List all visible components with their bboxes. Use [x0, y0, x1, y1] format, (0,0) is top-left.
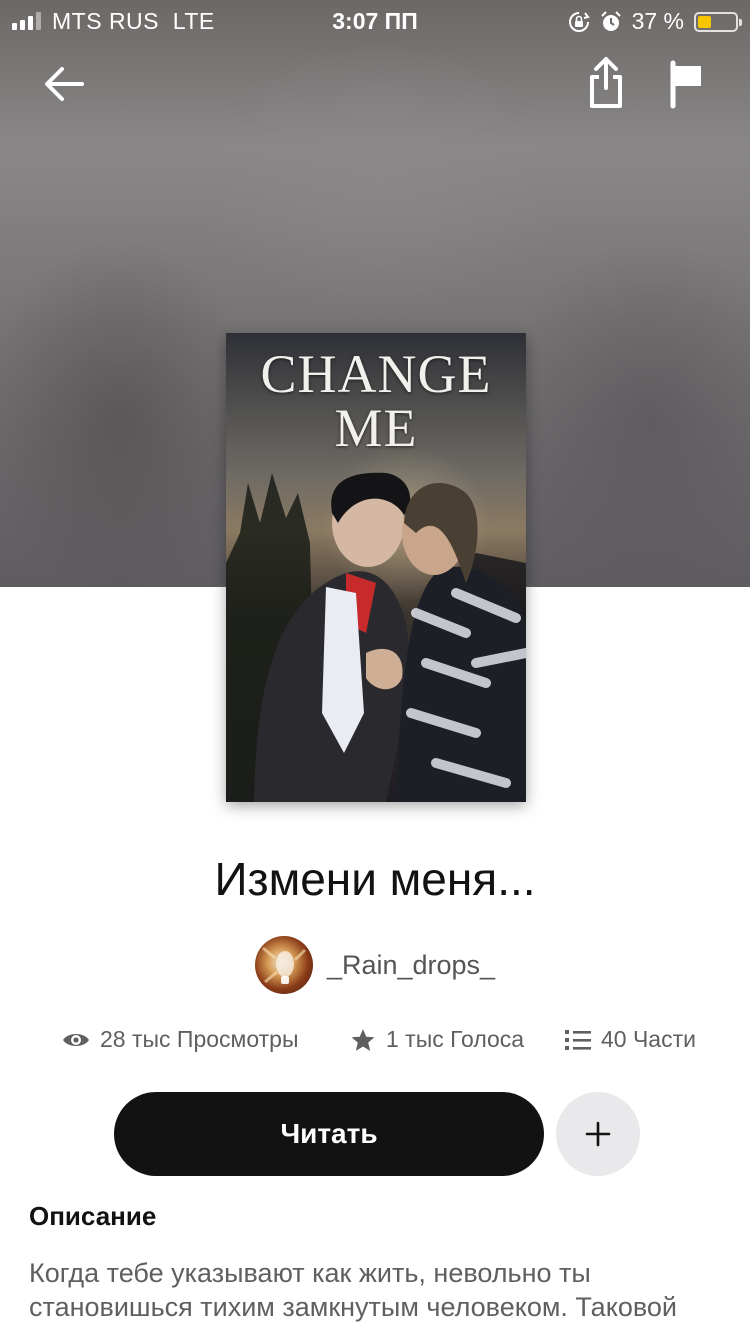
author-name[interactable]: _Rain_drops_: [327, 950, 495, 981]
author-avatar[interactable]: [254, 936, 313, 994]
battery-icon: [694, 11, 742, 32]
story-stats: 28 тыс Просмотры 1 тыс Голоса 40 Части: [0, 1026, 750, 1062]
add-to-library-button[interactable]: [556, 1092, 640, 1176]
report-button[interactable]: [668, 60, 708, 110]
story-title: Измени меня...: [214, 853, 536, 905]
status-bar: MTS RUS LTE 3:07 ПП 37 %: [0, 0, 750, 40]
parts-stat: 40 Части: [565, 1026, 696, 1053]
description-text: Когда тебе указывают как жить, невольно …: [29, 1258, 677, 1322]
battery-fill: [698, 15, 712, 28]
parts-count: 40 Части: [601, 1026, 696, 1052]
flag-icon: [670, 60, 701, 109]
plus-icon: [585, 1121, 611, 1147]
views-stat: 28 тыс Просмотры: [62, 1026, 299, 1053]
list-icon: [565, 1029, 591, 1050]
votes-stat: 1 тыс Голоса: [350, 1026, 524, 1053]
arrow-left-icon: [45, 67, 84, 101]
back-button[interactable]: [40, 60, 88, 108]
share-button[interactable]: [584, 56, 628, 110]
read-button[interactable]: Читать: [114, 1092, 544, 1176]
eye-icon: [63, 1033, 89, 1046]
cover-artwork: [226, 472, 526, 802]
star-icon: [351, 1028, 375, 1051]
views-count: 28 тыс Просмотры: [100, 1026, 299, 1052]
story-cover-image[interactable]: CHANGE ME: [226, 333, 526, 802]
author-row[interactable]: _Rain_drops_: [0, 936, 750, 994]
votes-count: 1 тыс Голоса: [386, 1026, 525, 1052]
alarm-icon: [600, 10, 621, 31]
battery-percent: 37 %: [631, 8, 684, 34]
avatar-image: [261, 946, 306, 984]
share-icon: [590, 57, 622, 108]
description-heading: Описание: [29, 1201, 157, 1231]
orientation-lock-icon: [568, 11, 590, 32]
